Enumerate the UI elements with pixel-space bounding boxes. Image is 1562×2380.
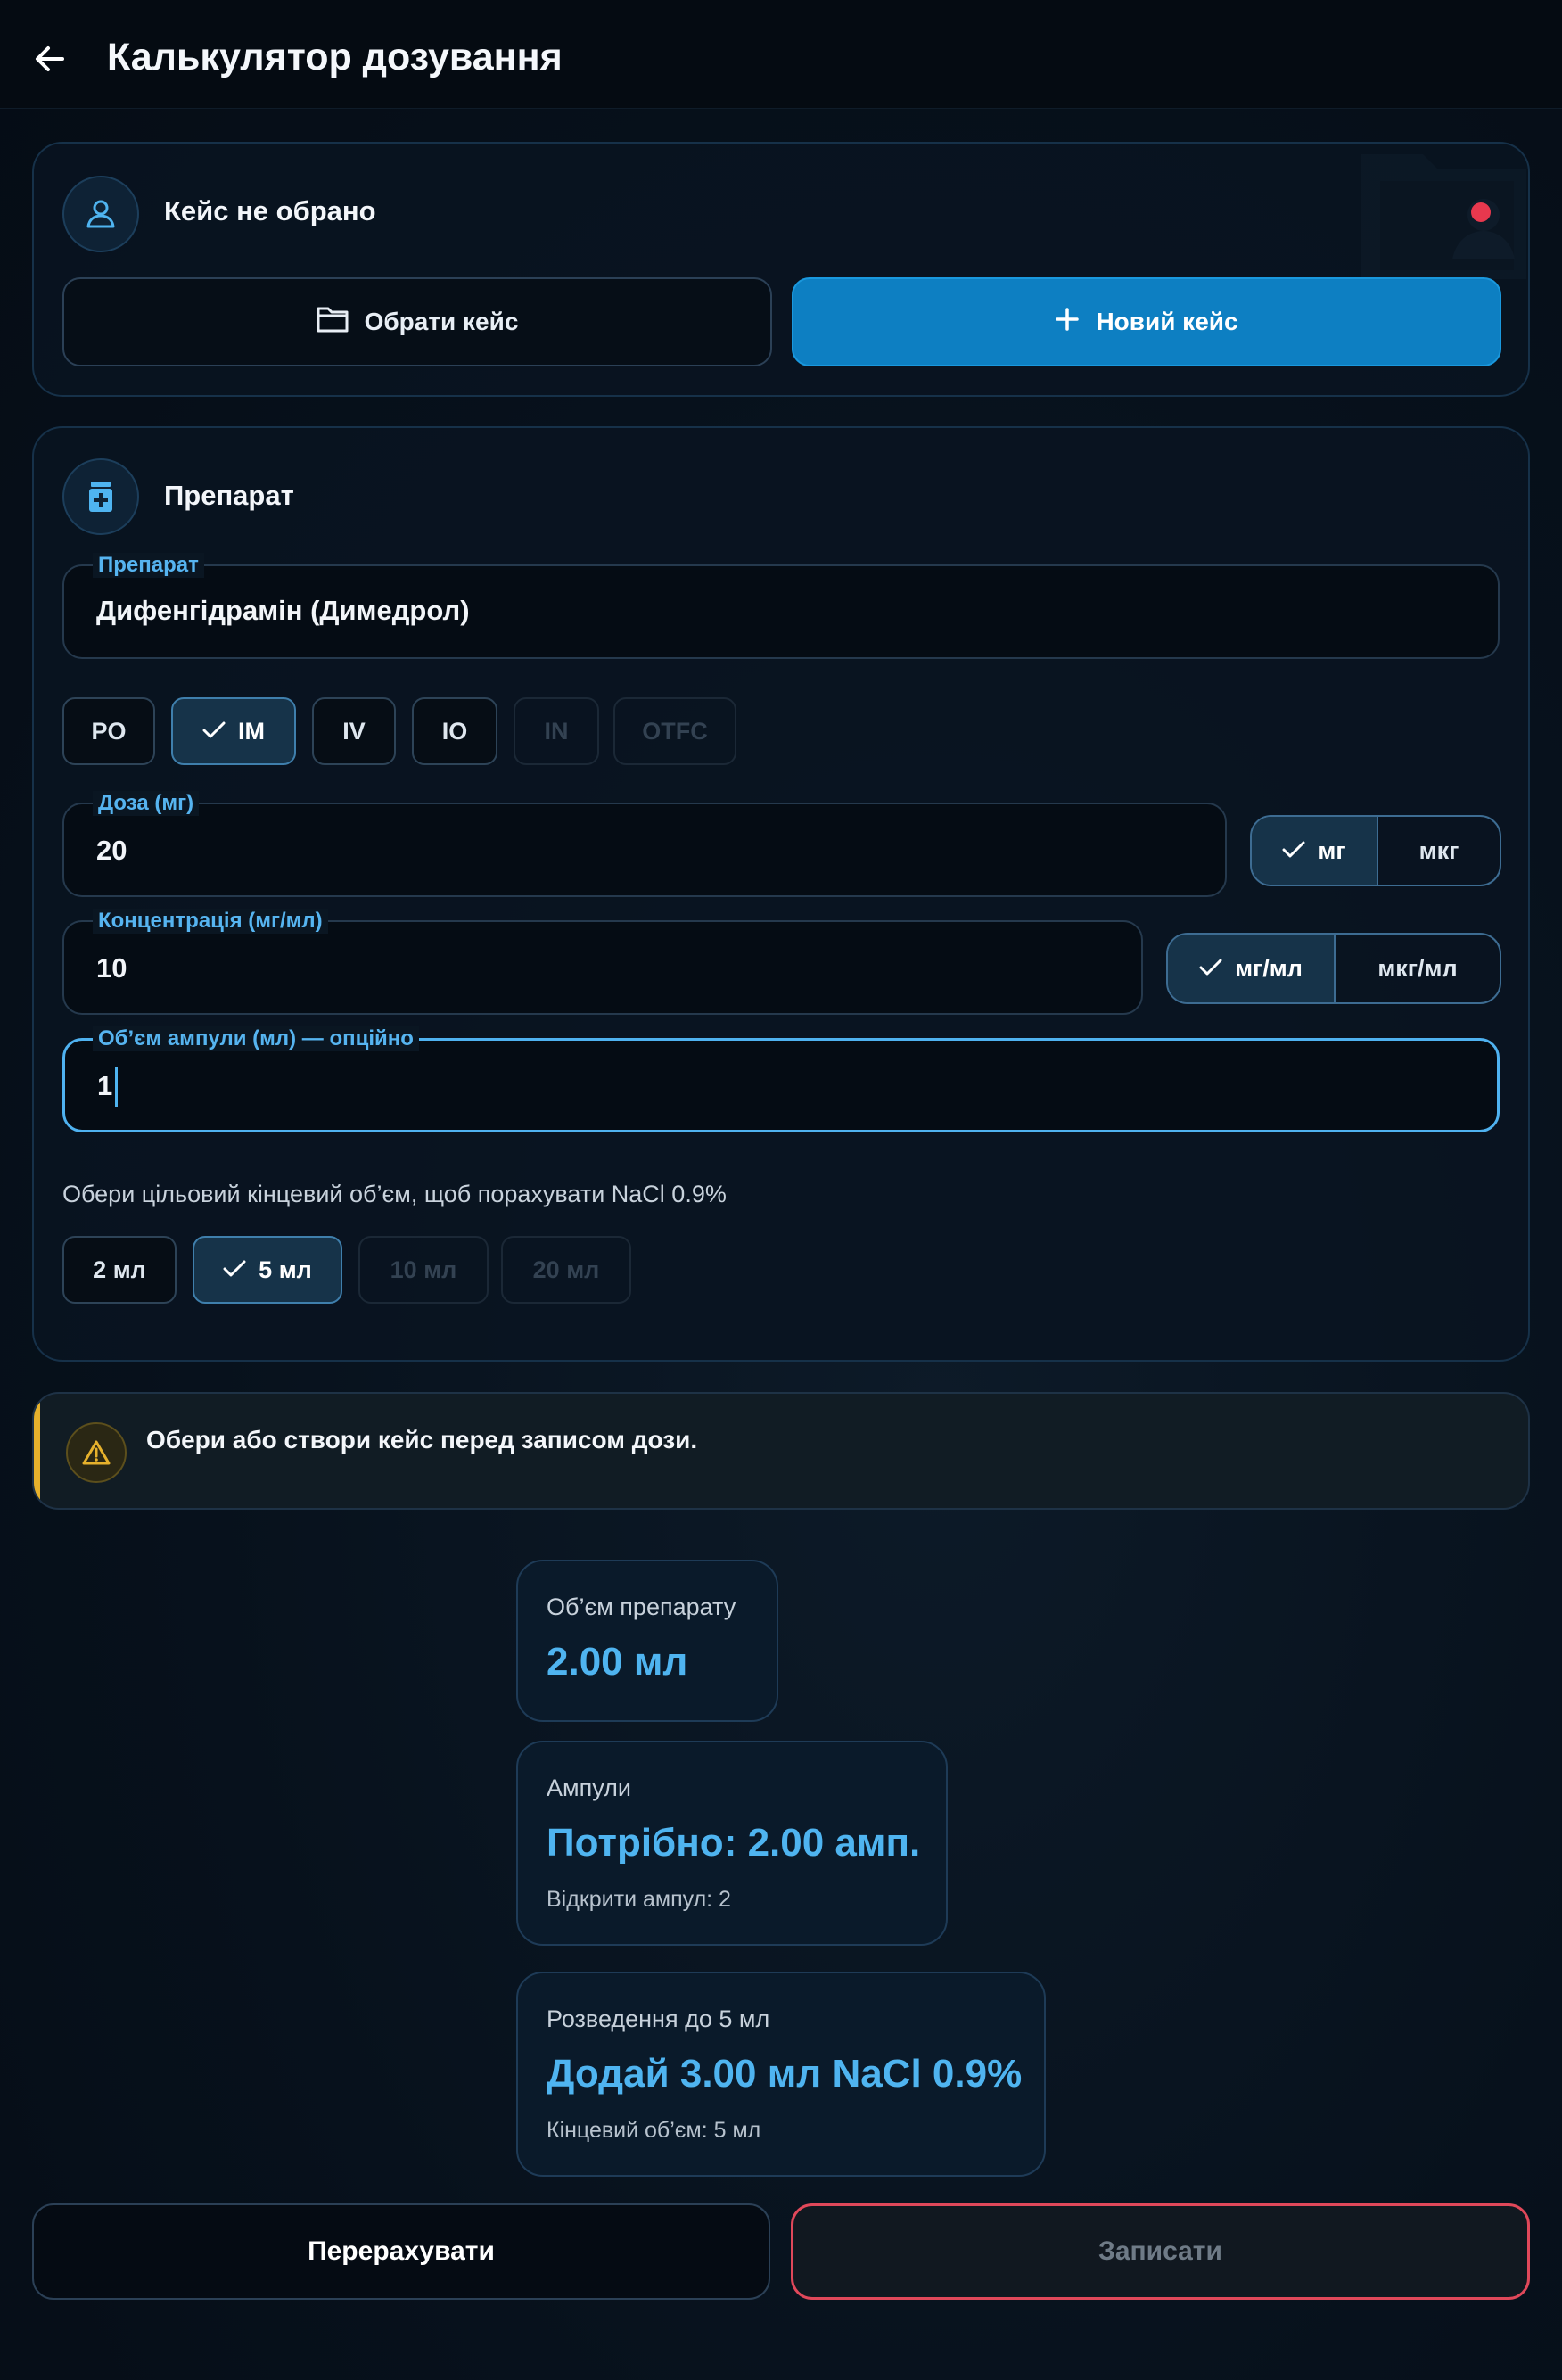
unit-mg-option[interactable]: мг (1252, 817, 1377, 885)
unit-mg-label: мг (1318, 836, 1346, 864)
result-volume-card: Об’єм препарату 2.00 мл (516, 1560, 778, 1722)
route-chip-iv[interactable]: IV (312, 697, 396, 765)
dose-field-label: Доза (мг) (93, 791, 200, 816)
result-ampoules-value: Потрібно: 2.00 амп. (547, 1821, 921, 1865)
target-10ml-label: 10 мл (390, 1256, 457, 1283)
result-dilution-value: Додай 3.00 мл NaCl 0.9% (547, 2052, 1023, 2096)
new-case-label: Новий кейс (1096, 308, 1238, 335)
ampoule-volume-value: 1 (97, 1070, 113, 1101)
check-icon (1282, 837, 1305, 865)
person-icon (62, 176, 139, 252)
check-icon (1199, 955, 1222, 983)
route-in-label: IN (544, 717, 569, 745)
target-20ml-label: 20 мл (532, 1256, 600, 1283)
target-volume-10ml: 10 мл (358, 1236, 489, 1304)
medicine-bottle-icon (62, 458, 139, 535)
route-iv-label: IV (342, 717, 366, 745)
route-chip-in: IN (514, 697, 599, 765)
drug-card: Препарат Дифенгідрамін (Димедрол) Препар… (32, 426, 1530, 1362)
unit-mcg-label: мкг (1418, 836, 1459, 864)
result-ampoules-label: Ампули (547, 1775, 631, 1801)
target-volume-hint: Обери цільовий кінцевий об’єм, щоб порах… (62, 1181, 727, 1207)
concentration-unit-toggle: мг/мл мкг/мл (1166, 933, 1501, 1004)
concentration-field[interactable]: 10 (62, 920, 1143, 1015)
drug-field-value: Дифенгідрамін (Димедрол) (96, 595, 470, 626)
arrow-left-icon[interactable] (30, 39, 70, 78)
drug-field[interactable]: Дифенгідрамін (Димедрол) (62, 564, 1500, 659)
page-title: Калькулятор дозування (107, 36, 563, 78)
result-ampoules-sub: Відкрити ампул: 2 (547, 1887, 731, 1912)
concentration-field-value: 10 (96, 952, 127, 984)
new-case-button[interactable]: Новий кейс (792, 277, 1501, 366)
warning-banner: Обери або створи кейс перед записом дози… (32, 1392, 1530, 1510)
target-2ml-label: 2 мл (93, 1256, 146, 1283)
target-5ml-label: 5 мл (259, 1256, 312, 1283)
unit-mcg-option[interactable]: мкг (1378, 817, 1500, 885)
route-otfc-label: OTFC (642, 717, 708, 745)
warning-text: Обери або створи кейс перед записом дози… (146, 1426, 698, 1454)
route-io-label: IO (441, 717, 468, 745)
warning-triangle-icon (66, 1422, 127, 1483)
result-ampoules-card: Ампули Потрібно: 2.00 амп. Відкрити ампу… (516, 1741, 948, 1946)
route-chip-io[interactable]: IO (412, 697, 497, 765)
route-chip-im[interactable]: IM (171, 697, 296, 765)
route-im-label: IM (238, 717, 265, 745)
unit-mcg-ml-option[interactable]: мкг/мл (1336, 935, 1500, 1002)
drug-field-label: Препарат (93, 553, 204, 578)
select-case-button[interactable]: Обрати кейс (62, 277, 772, 366)
check-icon (202, 718, 226, 745)
route-chip-po[interactable]: PO (62, 697, 155, 765)
result-dilution-card: Розведення до 5 мл Додай 3.00 мл NaCl 0.… (516, 1972, 1046, 2177)
save-button[interactable]: Записати (791, 2203, 1530, 2300)
case-card: Кейс не обрано Обрати кейс Новий кейс (32, 142, 1530, 397)
recalculate-button[interactable]: Перерахувати (32, 2203, 770, 2300)
dose-field-value: 20 (96, 835, 127, 866)
result-dilution-sub: Кінцевий об’єм: 5 мл (547, 2118, 761, 2143)
unit-mcg-ml-label: мкг/мл (1377, 954, 1458, 982)
unit-mg-ml-label: мг/мл (1235, 954, 1303, 982)
ampoule-volume-label: Об’єм ампули (мл) — опційно (93, 1026, 419, 1051)
route-po-label: PO (91, 717, 127, 745)
unit-mg-ml-option[interactable]: мг/мл (1168, 935, 1334, 1002)
case-status: Кейс не обрано (164, 195, 376, 226)
drug-card-heading: Препарат (164, 480, 294, 511)
dose-field[interactable]: 20 (62, 803, 1227, 897)
status-dot (1471, 202, 1491, 222)
plus-icon (1055, 307, 1080, 338)
save-label: Записати (1098, 2236, 1222, 2266)
result-volume-value: 2.00 мл (547, 1640, 688, 1684)
concentration-field-label: Концентрація (мг/мл) (93, 909, 328, 934)
ampoule-volume-field[interactable]: 1 (62, 1038, 1500, 1132)
folder-person-watermark-icon (1359, 145, 1528, 279)
result-dilution-label: Розведення до 5 мл (547, 2005, 770, 2032)
text-cursor (115, 1067, 118, 1107)
warning-accent-bar (34, 1394, 40, 1508)
target-volume-20ml: 20 мл (501, 1236, 631, 1304)
select-case-label: Обрати кейс (364, 308, 519, 335)
recalculate-label: Перерахувати (308, 2236, 495, 2266)
route-chip-otfc: OTFC (613, 697, 736, 765)
check-icon (223, 1256, 246, 1284)
target-volume-5ml[interactable]: 5 мл (193, 1236, 342, 1304)
dose-unit-toggle: мг мкг (1250, 815, 1501, 886)
folder-icon (317, 306, 349, 339)
result-volume-label: Об’єм препарату (547, 1594, 736, 1620)
target-volume-2ml[interactable]: 2 мл (62, 1236, 177, 1304)
